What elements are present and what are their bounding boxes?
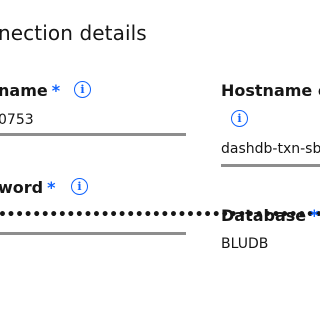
- hostname-info-icon[interactable]: i: [231, 110, 248, 127]
- password-info-icon[interactable]: i: [71, 178, 88, 195]
- database-label: Database: [221, 206, 307, 225]
- username-input[interactable]: 0753: [0, 112, 34, 128]
- hostname-input[interactable]: dashdb-txn-sb: [221, 141, 320, 157]
- password-required-asterisk: *: [47, 178, 56, 197]
- password-label-row: word *: [0, 178, 56, 197]
- password-input-underline: [0, 232, 186, 235]
- username-required-asterisk: *: [51, 81, 61, 100]
- section-title: nection details: [0, 21, 147, 45]
- database-required-asterisk: *: [310, 206, 319, 225]
- password-label: word: [0, 178, 44, 197]
- username-info-icon[interactable]: i: [74, 81, 91, 98]
- database-input[interactable]: BLUDB: [221, 236, 268, 252]
- database-label-row: Database *: [221, 206, 319, 225]
- username-input-underline: [0, 133, 186, 136]
- username-label-row: name *: [0, 81, 60, 100]
- hostname-input-underline: [221, 164, 320, 167]
- connection-details-form: nection details name* i 0753 Hostname or…: [0, 0, 320, 320]
- hostname-label: Hostname or: [221, 81, 320, 100]
- username-label: name: [0, 81, 48, 100]
